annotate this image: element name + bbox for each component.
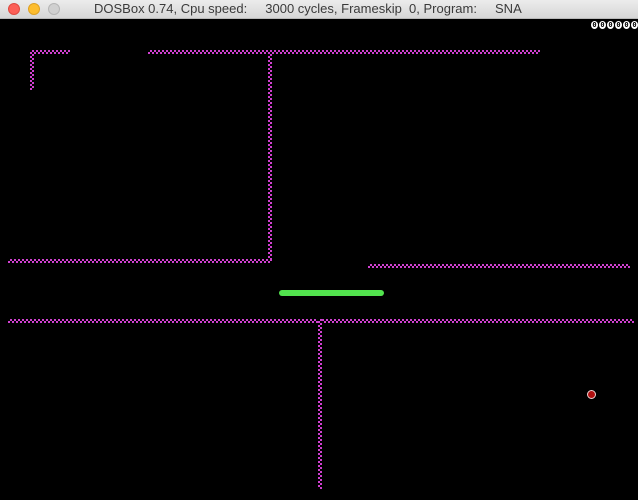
game-screen[interactable]: 000000 (0, 19, 638, 500)
score-digit: 0 (607, 21, 614, 29)
wall-bottom-vertical (318, 319, 322, 489)
dosbox-window: DOSBox 0.74, Cpu speed: 3000 cycles, Fra… (0, 0, 638, 500)
score-digit: 0 (615, 21, 622, 29)
close-button[interactable] (8, 3, 20, 15)
snake (279, 290, 384, 296)
zoom-button[interactable] (48, 3, 60, 15)
wall-top-left-vertical (30, 50, 34, 90)
score-digit: 0 (599, 21, 606, 29)
score-counter: 000000 (591, 21, 638, 29)
score-digit: 0 (623, 21, 630, 29)
score-digit: 0 (631, 21, 638, 29)
title-bar[interactable]: DOSBox 0.74, Cpu speed: 3000 cycles, Fra… (0, 0, 638, 19)
wall-right-middle-horizontal (368, 264, 630, 268)
wall-center-vertical-upper (268, 50, 272, 263)
wall-top-horizontal (148, 50, 540, 54)
wall-top-left-horizontal (30, 50, 70, 54)
minimize-button[interactable] (28, 3, 40, 15)
wall-left-middle-horizontal (8, 259, 272, 263)
window-title: DOSBox 0.74, Cpu speed: 3000 cycles, Fra… (94, 1, 522, 16)
food-pellet (587, 390, 596, 399)
score-digit: 0 (591, 21, 598, 29)
